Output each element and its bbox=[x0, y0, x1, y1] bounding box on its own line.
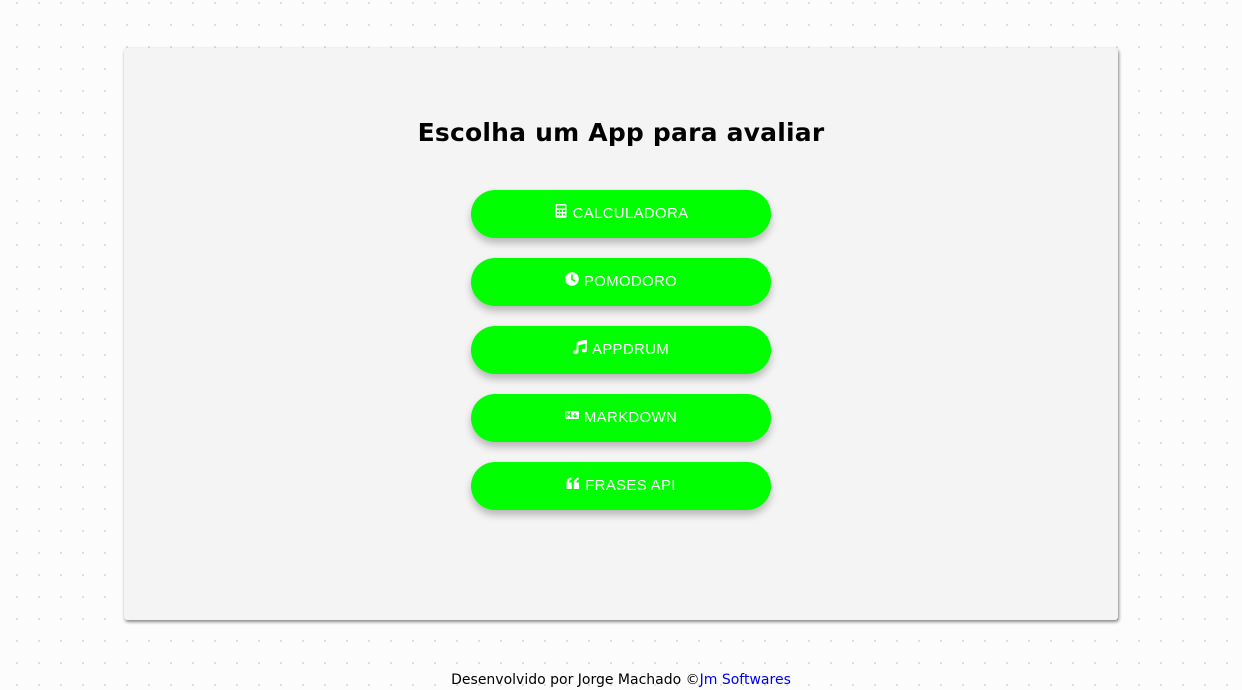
jm-softwares-link[interactable]: Jm Softwares bbox=[700, 672, 791, 688]
music-note-icon bbox=[573, 340, 587, 354]
frases-api-button[interactable]: FRASES API bbox=[471, 462, 771, 510]
markdown-label: MARKDOWN bbox=[583, 409, 678, 426]
pomodoro-label: POMODORO bbox=[583, 273, 678, 290]
quote-icon bbox=[566, 476, 580, 490]
calculator-icon bbox=[554, 204, 568, 218]
markdown-icon bbox=[564, 408, 579, 422]
frases-api-label: FRASES API bbox=[585, 477, 676, 494]
clock-icon bbox=[565, 272, 579, 286]
markdown-button[interactable]: MARKDOWN bbox=[471, 394, 771, 442]
footer: Desenvolvido por Jorge Machado ©Jm Softw… bbox=[0, 672, 1242, 688]
calculadora-label: CALCULADORA bbox=[572, 205, 689, 222]
calculadora-button[interactable]: CALCULADORA bbox=[471, 190, 771, 238]
appdrum-label: APPDRUM bbox=[591, 341, 670, 358]
footer-credit-text: Desenvolvido por Jorge Machado © bbox=[451, 672, 700, 688]
appdrum-button[interactable]: APPDRUM bbox=[471, 326, 771, 374]
pomodoro-button[interactable]: POMODORO bbox=[471, 258, 771, 306]
page-title: Escolha um App para avaliar bbox=[417, 118, 825, 147]
